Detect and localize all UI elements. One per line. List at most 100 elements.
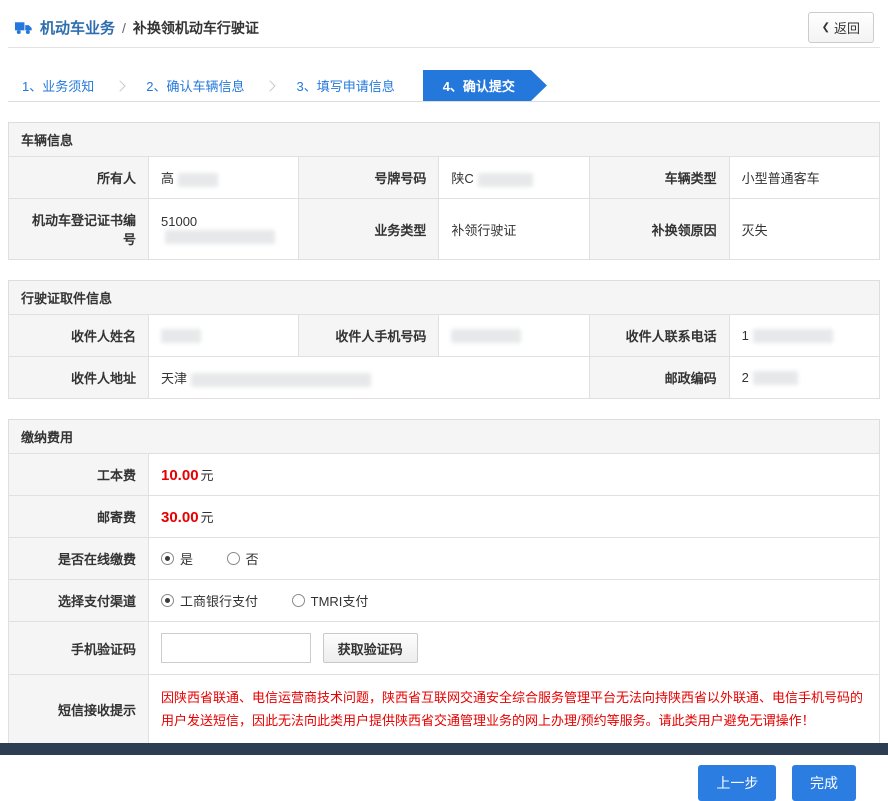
online-pay-no-label: 否 — [246, 549, 259, 568]
sms-code-input[interactable] — [161, 633, 311, 663]
owner-label: 所有人 — [9, 157, 149, 199]
footer-bar — [0, 743, 888, 755]
recipient-name-label: 收件人姓名 — [9, 315, 149, 357]
step-tabs: 1、业务须知 2、确认车辆信息 3、填写申请信息 4、确认提交 — [8, 70, 880, 102]
owner-value-text: 高 — [161, 171, 174, 186]
table-row: 机动车登记证书编号 51000 业务类型 补领行驶证 补换领原因 灭失 — [9, 199, 880, 260]
finish-button[interactable]: 完成 — [792, 765, 856, 801]
sms-code-label: 手机验证码 — [9, 622, 149, 675]
redacted-value — [753, 371, 798, 385]
fees-section-title: 缴纳费用 — [8, 419, 880, 454]
work-fee-label: 工本费 — [9, 454, 149, 496]
redacted-value — [161, 329, 201, 343]
redacted-value — [178, 173, 218, 187]
tab-step-4-active[interactable]: 4、确认提交 — [423, 70, 547, 101]
pay-channel-options: 工商银行支付 TMRI支付 — [149, 580, 880, 622]
table-row: 工本费 10.00元 — [9, 454, 880, 496]
plate-value: 陕C — [439, 157, 589, 199]
page-title: 机动车业务 — [40, 17, 115, 38]
zip-code-value: 2 — [729, 357, 879, 399]
postage-fee-label: 邮寄费 — [9, 496, 149, 538]
bottom-actions: 上一步 完成 — [8, 765, 880, 801]
back-chevron-icon: ❮ — [822, 23, 830, 33]
prev-step-button[interactable]: 上一步 — [698, 765, 776, 801]
plate-label: 号牌号码 — [299, 157, 439, 199]
pay-channel-icbc-label: 工商银行支付 — [180, 591, 258, 610]
redacted-value — [165, 230, 275, 244]
get-code-button[interactable]: 获取验证码 — [323, 633, 418, 663]
sms-warning-text: 因陕西省联通、电信运营商技术问题，陕西省互联网交通安全综合服务管理平台无法向持陕… — [149, 675, 880, 745]
table-row: 所有人 高 号牌号码 陕C 车辆类型 小型普通客车 — [9, 157, 880, 199]
online-pay-yes-option[interactable]: 是 — [161, 549, 193, 568]
vehicle-type-value: 小型普通客车 — [729, 157, 879, 199]
pay-channel-icbc-option[interactable]: 工商银行支付 — [161, 591, 258, 610]
work-fee-unit: 元 — [201, 468, 214, 483]
online-pay-no-option[interactable]: 否 — [227, 549, 259, 568]
plate-value-text: 陕C — [451, 171, 473, 186]
title-separator: / — [122, 20, 126, 36]
tab-step-2-label: 2、确认车辆信息 — [146, 76, 244, 95]
vehicle-type-label: 车辆类型 — [589, 157, 729, 199]
online-pay-label: 是否在线缴费 — [9, 538, 149, 580]
reissue-reason-value: 灭失 — [729, 199, 879, 260]
recipient-address-value: 天津 — [149, 357, 590, 399]
table-row: 是否在线缴费 是 否 — [9, 538, 880, 580]
owner-value: 高 — [149, 157, 299, 199]
fees-section: 缴纳费用 工本费 10.00元 邮寄费 30.00元 是否在线缴费 — [8, 419, 880, 745]
redacted-value — [451, 329, 521, 343]
recipient-name-value — [149, 315, 299, 357]
page: 机动车业务 / 补换领机动车行驶证 ❮ 返回 1、业务须知 2、确认车辆信息 3… — [0, 0, 888, 801]
recipient-address-value-text: 天津 — [161, 371, 187, 386]
postage-fee-value: 30.00元 — [149, 496, 880, 538]
header-title-group: 机动车业务 / 补换领机动车行驶证 — [14, 17, 259, 38]
back-button[interactable]: ❮ 返回 — [808, 12, 874, 43]
work-fee-value: 10.00元 — [149, 454, 880, 496]
pay-channel-tmri-option[interactable]: TMRI支付 — [292, 591, 369, 610]
vehicle-info-section: 车辆信息 所有人 高 号牌号码 陕C 车辆类型 小型普通客车 机动车登记证书编号 — [8, 122, 880, 260]
page-header: 机动车业务 / 补换领机动车行驶证 ❮ 返回 — [8, 8, 880, 48]
tab-step-4-label: 4、确认提交 — [443, 76, 515, 95]
recipient-phone-value: 1 — [729, 315, 879, 357]
vehicle-info-section-title: 车辆信息 — [8, 122, 880, 157]
step-separator-icon — [265, 80, 276, 91]
table-row: 选择支付渠道 工商银行支付 TMRI支付 — [9, 580, 880, 622]
recipient-mobile-label: 收件人手机号码 — [299, 315, 439, 357]
sms-code-field: 获取验证码 — [149, 622, 880, 675]
tab-step-1-label: 1、业务须知 — [22, 76, 94, 95]
registration-cert-label: 机动车登记证书编号 — [9, 199, 149, 260]
registration-cert-value-text: 51000 — [161, 214, 197, 229]
tab-step-1[interactable]: 1、业务须知 — [8, 70, 108, 101]
redacted-value — [478, 173, 533, 187]
radio-unchecked-icon[interactable] — [292, 594, 305, 607]
online-pay-options: 是 否 — [149, 538, 880, 580]
postage-fee-amount: 30.00 — [161, 509, 199, 526]
pickup-info-table: 收件人姓名 收件人手机号码 收件人联系电话 1 收件人地址 天津 邮政编码 — [8, 314, 880, 399]
back-label: 返回 — [834, 18, 860, 37]
radio-unchecked-icon[interactable] — [227, 552, 240, 565]
recipient-phone-label: 收件人联系电话 — [589, 315, 729, 357]
zip-code-value-text: 2 — [742, 370, 749, 385]
registration-cert-value: 51000 — [149, 199, 299, 260]
business-type-value: 补领行驶证 — [439, 199, 589, 260]
step-separator-icon — [115, 80, 126, 91]
table-row: 邮寄费 30.00元 — [9, 496, 880, 538]
work-fee-amount: 10.00 — [161, 467, 199, 484]
tab-step-3[interactable]: 3、填写申请信息 — [282, 70, 408, 101]
vehicle-service-icon — [14, 20, 33, 35]
table-row: 收件人姓名 收件人手机号码 收件人联系电话 1 — [9, 315, 880, 357]
recipient-mobile-value — [439, 315, 589, 357]
table-row: 短信接收提示 因陕西省联通、电信运营商技术问题，陕西省互联网交通安全综合服务管理… — [9, 675, 880, 745]
recipient-address-label: 收件人地址 — [9, 357, 149, 399]
tab-step-2[interactable]: 2、确认车辆信息 — [132, 70, 258, 101]
pickup-info-section: 行驶证取件信息 收件人姓名 收件人手机号码 收件人联系电话 1 收 — [8, 280, 880, 399]
redacted-value — [753, 329, 833, 343]
radio-checked-icon[interactable] — [161, 594, 174, 607]
redacted-value — [191, 373, 371, 387]
radio-checked-icon[interactable] — [161, 552, 174, 565]
recipient-phone-value-text: 1 — [742, 328, 749, 343]
tab-step-3-label: 3、填写申请信息 — [296, 76, 394, 95]
postage-fee-unit: 元 — [201, 510, 214, 525]
business-type-label: 业务类型 — [299, 199, 439, 260]
reissue-reason-label: 补换领原因 — [589, 199, 729, 260]
table-row: 手机验证码 获取验证码 — [9, 622, 880, 675]
